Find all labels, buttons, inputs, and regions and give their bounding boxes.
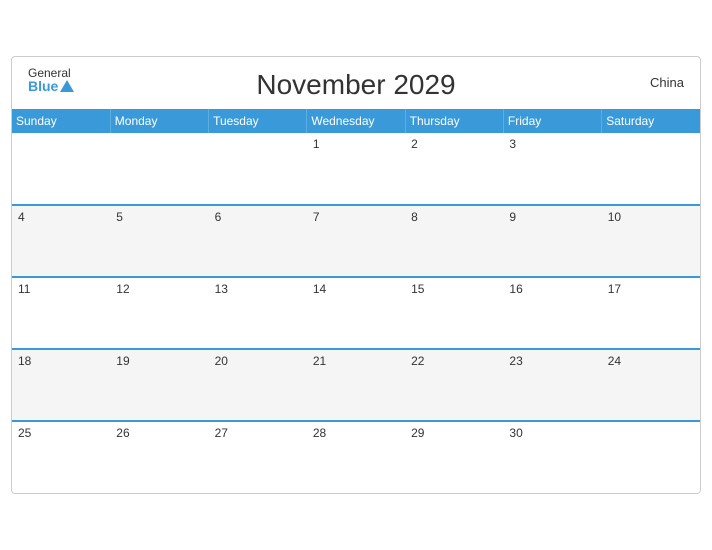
country-label: China (650, 75, 684, 90)
day-number: 4 (18, 210, 25, 224)
calendar-day-cell: 6 (209, 205, 307, 277)
calendar-day-cell: 21 (307, 349, 405, 421)
calendar-title: November 2029 (256, 69, 455, 101)
day-number: 18 (18, 354, 31, 368)
calendar-container: General Blue November 2029 China Sunday … (11, 56, 701, 494)
calendar-weekdays-header: Sunday Monday Tuesday Wednesday Thursday… (12, 109, 700, 133)
calendar-day-cell (602, 421, 700, 493)
calendar-day-cell: 15 (405, 277, 503, 349)
calendar-day-cell: 13 (209, 277, 307, 349)
weekday-header-row: Sunday Monday Tuesday Wednesday Thursday… (12, 109, 700, 133)
day-number: 8 (411, 210, 418, 224)
calendar-day-cell: 26 (110, 421, 208, 493)
calendar-day-cell: 2 (405, 133, 503, 205)
calendar-day-cell: 29 (405, 421, 503, 493)
day-number: 9 (509, 210, 516, 224)
day-number: 14 (313, 282, 326, 296)
calendar-day-cell: 28 (307, 421, 405, 493)
weekday-thursday: Thursday (405, 109, 503, 133)
day-number: 22 (411, 354, 424, 368)
day-number: 10 (608, 210, 621, 224)
day-number: 6 (215, 210, 222, 224)
calendar-day-cell: 23 (503, 349, 601, 421)
weekday-wednesday: Wednesday (307, 109, 405, 133)
calendar-week-row: 1 2 3 (12, 133, 700, 205)
calendar-body: 1234567891011121314151617181920212223242… (12, 133, 700, 493)
day-number: 23 (509, 354, 522, 368)
calendar-day-cell: 7 (307, 205, 405, 277)
logo-triangle-icon (60, 80, 74, 92)
calendar-day-cell (209, 133, 307, 205)
calendar-day-cell: 3 (503, 133, 601, 205)
day-number: 25 (18, 426, 31, 440)
day-number: 5 (116, 210, 123, 224)
day-number: 2 (411, 137, 418, 151)
day-number: 12 (116, 282, 129, 296)
calendar-header: General Blue November 2029 China (12, 57, 700, 109)
logo-blue-area: Blue (28, 79, 74, 93)
calendar-day-cell: 25 (12, 421, 110, 493)
day-number: 11 (18, 282, 30, 296)
calendar-day-cell: 16 (503, 277, 601, 349)
calendar-week-row: 4 5 6 7 8 9 10 (12, 205, 700, 277)
day-number: 7 (313, 210, 320, 224)
logo-blue-text: Blue (28, 79, 58, 93)
calendar-week-row: 25 26 27 28 29 30 (12, 421, 700, 493)
weekday-monday: Monday (110, 109, 208, 133)
weekday-tuesday: Tuesday (209, 109, 307, 133)
day-number: 15 (411, 282, 424, 296)
calendar-day-cell: 10 (602, 205, 700, 277)
calendar-day-cell: 24 (602, 349, 700, 421)
day-number: 27 (215, 426, 228, 440)
calendar-week-row: 11 12 13 14 15 16 17 (12, 277, 700, 349)
calendar-day-cell: 12 (110, 277, 208, 349)
weekday-saturday: Saturday (602, 109, 700, 133)
day-number: 30 (509, 426, 522, 440)
calendar-day-cell: 20 (209, 349, 307, 421)
calendar-day-cell: 4 (12, 205, 110, 277)
calendar-day-cell: 30 (503, 421, 601, 493)
calendar-day-cell (12, 133, 110, 205)
calendar-day-cell: 18 (12, 349, 110, 421)
calendar-grid: Sunday Monday Tuesday Wednesday Thursday… (12, 109, 700, 493)
day-number: 3 (509, 137, 516, 151)
logo-area: General Blue (28, 67, 74, 93)
day-number: 26 (116, 426, 129, 440)
day-number: 20 (215, 354, 228, 368)
calendar-day-cell: 22 (405, 349, 503, 421)
calendar-day-cell: 14 (307, 277, 405, 349)
day-number: 16 (509, 282, 522, 296)
calendar-day-cell: 11 (12, 277, 110, 349)
weekday-friday: Friday (503, 109, 601, 133)
day-number: 1 (313, 137, 320, 151)
day-number: 17 (608, 282, 621, 296)
calendar-day-cell: 9 (503, 205, 601, 277)
calendar-day-cell (110, 133, 208, 205)
calendar-day-cell: 5 (110, 205, 208, 277)
calendar-day-cell: 1 (307, 133, 405, 205)
calendar-day-cell: 19 (110, 349, 208, 421)
day-number: 21 (313, 354, 326, 368)
day-number: 13 (215, 282, 228, 296)
weekday-sunday: Sunday (12, 109, 110, 133)
calendar-day-cell: 17 (602, 277, 700, 349)
calendar-day-cell: 27 (209, 421, 307, 493)
calendar-week-row: 18 19 20 21 22 23 24 (12, 349, 700, 421)
day-number: 28 (313, 426, 326, 440)
calendar-day-cell: 8 (405, 205, 503, 277)
day-number: 19 (116, 354, 129, 368)
day-number: 29 (411, 426, 424, 440)
day-number: 24 (608, 354, 621, 368)
